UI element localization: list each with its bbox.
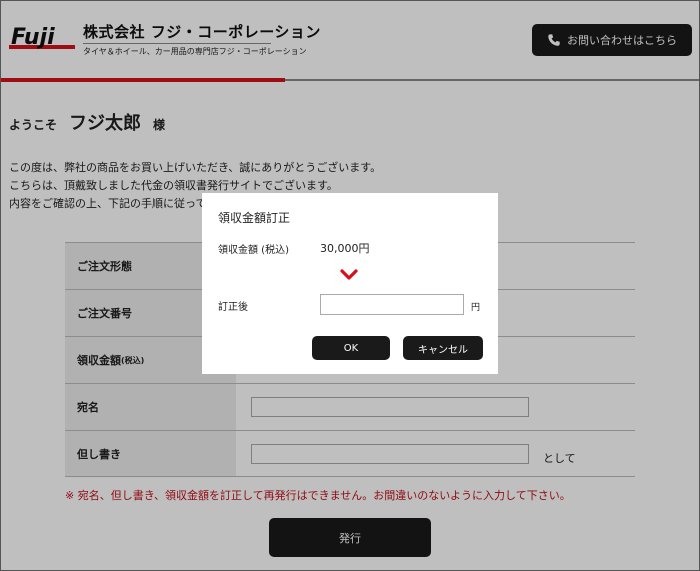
cancel-button[interactable]: キャンセル [403, 336, 483, 360]
original-amount-label: 領収金額 (税込) [218, 245, 289, 256]
chevron-down-icon [340, 269, 358, 280]
page: Fuji 株式会社 フジ・コーポレーション タイヤ＆ホイール、カー用品の専門店フ… [0, 0, 700, 571]
ok-button[interactable]: OK [312, 336, 390, 360]
original-amount-value: 30,000円 [320, 242, 370, 255]
currency-unit: 円 [471, 303, 481, 313]
corrected-amount-input[interactable] [320, 294, 464, 315]
corrected-amount-label: 訂正後 [218, 302, 248, 313]
dialog-title: 領収金額訂正 [218, 211, 291, 225]
amount-correction-dialog: 領収金額訂正 領収金額 (税込) 30,000円 訂正後 円 OK キャンセル [202, 193, 498, 374]
